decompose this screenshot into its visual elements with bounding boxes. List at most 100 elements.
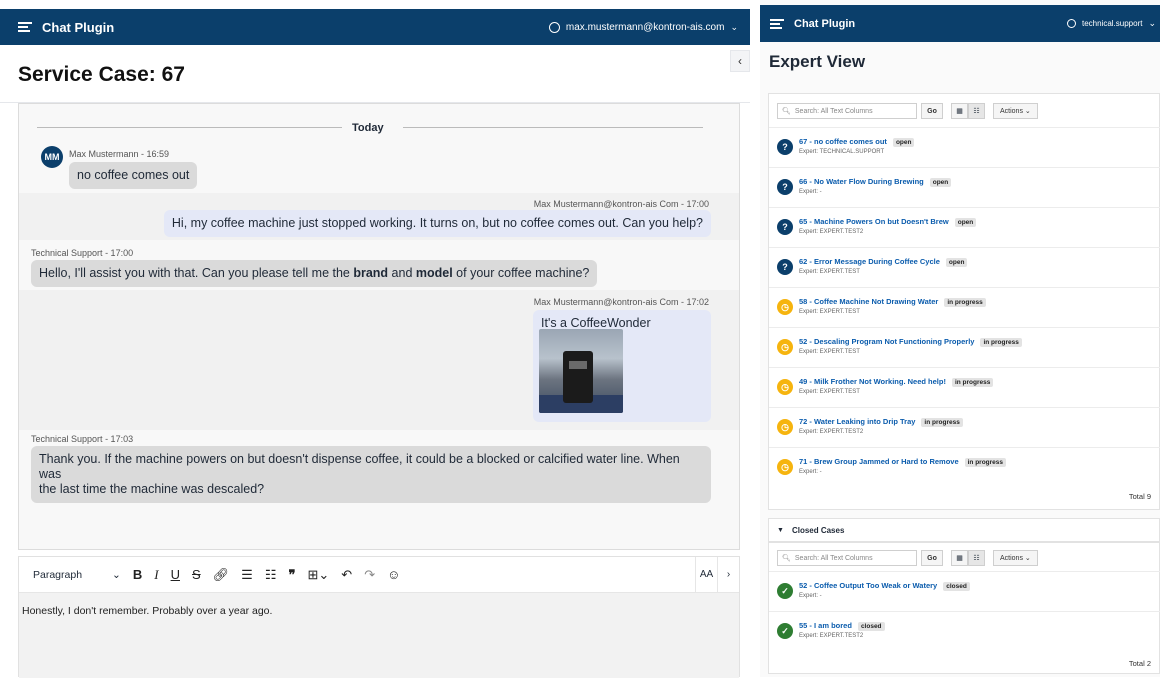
table-icon[interactable]: ⊞⌄: [307, 567, 329, 583]
status-badge: in progress: [964, 458, 1007, 467]
case-title-link[interactable]: 52 - Coffee Output Too Weak or Watery clo…: [799, 581, 970, 591]
case-title-link[interactable]: 72 - Water Leaking into Drip Tray in prog…: [799, 417, 963, 427]
user-menu[interactable]: technical.support ⌄: [1066, 18, 1156, 29]
menu-icon[interactable]: [18, 22, 32, 32]
editor-toolbar: Paragraph ⌄ B I U S 🔗︎ ☰ ☷ ❞ ⊞⌄ ↶ ↷ ☺ AA…: [19, 556, 739, 593]
message-text: of your coffee machine?: [452, 266, 590, 280]
case-title-link[interactable]: 65 - Machine Powers On but Doesn't Brew o…: [799, 217, 977, 227]
message-text: and: [388, 266, 416, 280]
avatar: MM: [41, 146, 63, 168]
closed-cases-panel: 🔍︎ Search: All Text Columns Go ▦ ☷ Actio…: [768, 542, 1160, 674]
quote-icon[interactable]: ❞: [288, 567, 295, 583]
case-row[interactable]: ◷ 49 - Milk Frother Not Working. Need he…: [769, 367, 1160, 407]
emoji-icon[interactable]: ☺: [387, 567, 400, 582]
message-author: Technical Support: [31, 434, 103, 444]
user-name: technical.support: [1081, 19, 1143, 28]
closed-total: Total 2: [1128, 659, 1151, 668]
go-button[interactable]: Go: [921, 550, 943, 566]
bold-icon[interactable]: B: [133, 567, 142, 582]
case-row[interactable]: ◷ 52 - Descaling Program Not Functioning…: [769, 327, 1160, 367]
case-expert: Expert: EXPERT.TEST: [799, 309, 860, 315]
font-size-button[interactable]: AA: [695, 556, 717, 593]
date-divider: Today: [37, 122, 703, 134]
actions-button[interactable]: Actions ⌄: [993, 550, 1038, 566]
user-menu[interactable]: max.mustermann@kontron-ais.com ⌄: [548, 21, 738, 33]
message-time: - 17:03: [105, 434, 134, 444]
search-field[interactable]: 🔍︎ Search: All Text Columns: [777, 103, 917, 119]
case-row[interactable]: ✓ 52 - Coffee Output Too Weak or Watery c…: [769, 571, 1160, 611]
app-name: Chat Plugin: [42, 19, 115, 35]
case-row[interactable]: ◷ 72 - Water Leaking into Drip Tray in pr…: [769, 407, 1160, 447]
underline-icon[interactable]: U: [171, 567, 180, 582]
actions-label: Actions: [1000, 107, 1023, 115]
numbered-list-icon[interactable]: ☷: [265, 567, 277, 583]
top-bar: Chat Plugin technical.support ⌄: [760, 5, 1160, 42]
chevron-down-icon: ⌄: [112, 568, 121, 581]
status-badge: open: [892, 138, 915, 147]
case-title-link[interactable]: 52 - Descaling Program Not Functioning P…: [799, 337, 1022, 347]
case-title-link[interactable]: 58 - Coffee Machine Not Drawing Water in …: [799, 297, 986, 307]
open-status-icon: ?: [777, 139, 793, 155]
search-field[interactable]: 🔍︎ Search: All Text Columns: [777, 550, 917, 566]
message-text: the last time the machine was descaled?: [39, 482, 265, 496]
closed-cases-header[interactable]: ▼ Closed Cases: [768, 518, 1160, 542]
message-time: - 16:59: [141, 149, 170, 159]
collapse-button[interactable]: ‹: [730, 50, 750, 72]
coffee-machine-image[interactable]: [539, 329, 623, 413]
search-icon: 🔍︎: [782, 108, 791, 115]
open-status-icon: ?: [777, 259, 793, 275]
case-title-link[interactable]: 66 - No Water Flow During Brewing open: [799, 177, 952, 187]
list-view-icon[interactable]: ☷: [968, 550, 985, 566]
paragraph-select-label: Paragraph: [33, 568, 83, 581]
editor-input[interactable]: Honestly, I don't remember. Probably ove…: [19, 593, 739, 678]
case-row[interactable]: ? 62 - Error Message During Coffee Cycle…: [769, 247, 1160, 287]
link-icon[interactable]: 🔗︎: [213, 567, 230, 583]
case-expert: Expert: EXPERT.TEST2: [799, 429, 864, 435]
message-bubble: Hi, my coffee machine just stopped worki…: [163, 210, 711, 237]
menu-icon[interactable]: [770, 18, 784, 29]
go-button[interactable]: Go: [921, 103, 943, 119]
status-badge: open: [954, 218, 977, 227]
case-row[interactable]: ? 66 - No Water Flow During Brewing open …: [769, 167, 1160, 207]
message-time: - 17:02: [680, 297, 709, 307]
report-toolbar: 🔍︎ Search: All Text Columns Go ▦ ☷ Actio…: [769, 545, 1159, 571]
message-text-bold: model: [415, 266, 453, 280]
list-view-icon[interactable]: ☷: [968, 103, 985, 119]
case-title-link[interactable]: 55 - I am bored closed: [799, 621, 885, 631]
redo-icon[interactable]: ↷: [364, 567, 375, 583]
case-title-link[interactable]: 49 - Milk Frother Not Working. Need help…: [799, 377, 994, 387]
strikethrough-icon[interactable]: S: [192, 567, 201, 582]
case-row[interactable]: ? 67 - no coffee comes out open Expert: T…: [769, 127, 1160, 167]
grid-view-icon[interactable]: ▦: [951, 103, 968, 119]
case-row[interactable]: ? 65 - Machine Powers On but Doesn't Bre…: [769, 207, 1160, 247]
more-chevron-icon[interactable]: ›: [717, 556, 739, 593]
user-email: max.mustermann@kontron-ais.com: [565, 21, 725, 33]
italic-icon[interactable]: I: [154, 567, 158, 583]
case-title-link[interactable]: 71 - Brew Group Jammed or Hard to Remove…: [799, 457, 1007, 467]
collapse-triangle-icon: ▼: [777, 526, 784, 534]
case-title-link[interactable]: 67 - no coffee comes out open: [799, 137, 915, 147]
case-expert: Expert: -: [799, 593, 822, 599]
chat-panel: Today MM Max Mustermann - 16:59 no coffe…: [18, 103, 740, 550]
case-expert: Expert: EXPERT.TEST: [799, 389, 860, 395]
paragraph-select[interactable]: Paragraph ⌄: [33, 569, 121, 581]
message-bubble: no coffee comes out: [69, 162, 198, 189]
case-row[interactable]: ✓ 55 - I am bored closed Expert: EXPERT.T…: [769, 611, 1160, 651]
chevron-down-icon: ⌄: [730, 21, 738, 32]
case-row[interactable]: ◷ 58 - Coffee Machine Not Drawing Water i…: [769, 287, 1160, 327]
in-progress-clock-icon: ◷: [777, 419, 793, 435]
message-author: Technical Support: [31, 248, 103, 258]
bulleted-list-icon[interactable]: ☰: [241, 567, 253, 583]
message-author: Max Mustermann@kontron-ais Com: [533, 297, 679, 307]
report-toolbar: 🔍︎ Search: All Text Columns Go ▦ ☷ Actio…: [769, 98, 1159, 124]
case-title-link[interactable]: 62 - Error Message During Coffee Cycle op…: [799, 257, 968, 267]
case-row[interactable]: ◷ 71 - Brew Group Jammed or Hard to Remo…: [769, 447, 1160, 487]
actions-button[interactable]: Actions ⌄: [993, 103, 1038, 119]
page-title: Expert View: [769, 52, 866, 71]
message-author: Max Mustermann@kontron-ais Com: [533, 199, 679, 209]
date-divider-label: Today: [352, 122, 384, 134]
case-expert: Expert: EXPERT.TEST2: [799, 229, 864, 235]
case-expert: Expert: -: [799, 469, 822, 475]
grid-view-icon[interactable]: ▦: [951, 550, 968, 566]
undo-icon[interactable]: ↶: [341, 567, 352, 583]
